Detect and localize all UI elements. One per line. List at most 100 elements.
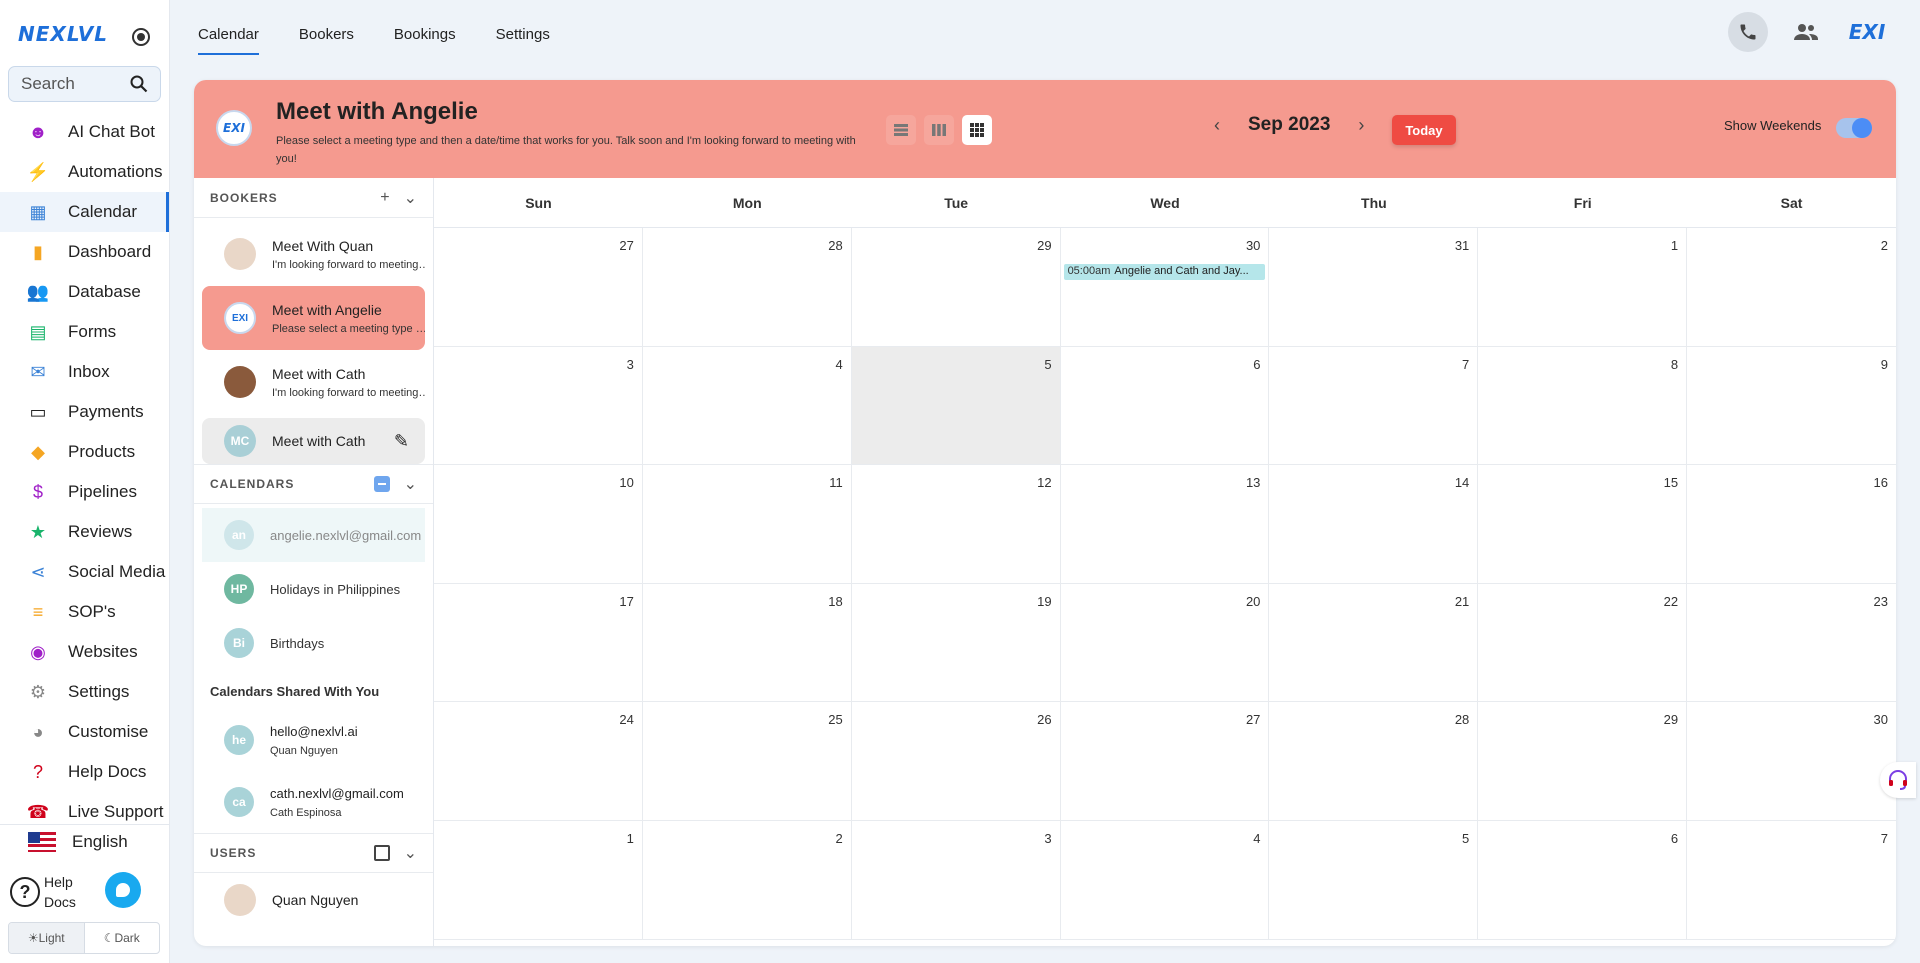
day-view-button[interactable] xyxy=(886,115,916,145)
day-cell[interactable]: 30 05:00am Angelie and Cath and Jay... xyxy=(1060,228,1270,347)
day-cell[interactable]: 21 xyxy=(1269,583,1479,703)
phone-button[interactable] xyxy=(1728,12,1768,52)
shared-calendar-item[interactable]: he hello@nexlvl.ai Quan Nguyen xyxy=(202,709,425,771)
sidebar-item-products[interactable]: ◆ Products xyxy=(0,432,169,472)
language-selector[interactable]: English xyxy=(0,824,169,858)
day-cell[interactable]: 13 xyxy=(1060,465,1270,584)
user-item[interactable]: Quan Nguyen xyxy=(202,873,425,927)
day-cell[interactable]: 1 xyxy=(1478,228,1688,347)
chevron-down-icon[interactable]: ⌄ xyxy=(404,474,417,494)
day-cell[interactable]: 29 xyxy=(851,228,1061,347)
collapse-checkbox-icon[interactable] xyxy=(373,476,390,492)
show-weekends-toggle[interactable] xyxy=(1836,118,1872,138)
sidebar-item-settings[interactable]: ⚙ Settings xyxy=(0,672,169,712)
day-cell[interactable]: 31 xyxy=(1269,228,1479,347)
calendar-item[interactable]: Bi Birthdays xyxy=(202,616,425,670)
contacts-button[interactable] xyxy=(1786,12,1826,52)
day-cell[interactable]: 17 xyxy=(434,583,643,703)
checkbox-icon[interactable] xyxy=(373,845,390,861)
sidebar-item-forms[interactable]: ▤ Forms xyxy=(0,312,169,352)
day-cell[interactable]: 14 xyxy=(1269,465,1479,584)
sidebar-item-customise[interactable]: ◕ Customise xyxy=(0,712,169,752)
day-cell[interactable]: 30 xyxy=(1687,702,1896,821)
day-cell[interactable]: 28 xyxy=(642,228,852,347)
tab-settings[interactable]: Settings xyxy=(496,26,550,55)
calendar-item[interactable]: HP Holidays in Philippines xyxy=(202,562,425,616)
sidebar-item-pipelines[interactable]: $ Pipelines xyxy=(0,472,169,512)
booker-item[interactable]: Meet with Cath I'm looking forward to mee… xyxy=(202,350,425,414)
sidebar-item-websites[interactable]: ◉ Websites xyxy=(0,632,169,672)
help-docs-link[interactable]: ? Help Docs xyxy=(10,872,76,912)
booker-item[interactable]: MC Meet with Cath ✎ xyxy=(202,418,425,464)
sidebar-item-inbox[interactable]: ✉ Inbox xyxy=(0,352,169,392)
day-cell[interactable]: 10 xyxy=(434,465,643,584)
day-cell[interactable]: 9 xyxy=(1687,347,1896,466)
sidebar-item-reviews[interactable]: ★ Reviews xyxy=(0,512,169,552)
shared-calendar-item[interactable]: ca cath.nexlvl@gmail.com Cath Espinosa xyxy=(202,771,425,833)
next-month-chevron-icon[interactable]: › xyxy=(1358,115,1364,136)
day-cell[interactable]: 11 xyxy=(642,465,852,584)
theme-dark-button[interactable]: ☾ Dark xyxy=(85,923,160,953)
day-cell[interactable]: 22 xyxy=(1478,583,1688,703)
sidebar-item-help-docs[interactable]: ? Help Docs xyxy=(0,752,169,792)
chat-bubble-button[interactable] xyxy=(105,872,141,908)
booker-item[interactable]: EXI Meet with Angelie Please select a meet… xyxy=(202,286,425,350)
month-view-button[interactable] xyxy=(962,115,992,145)
brand-logo[interactable]: NEXLVL xyxy=(18,22,108,46)
calendar-event[interactable]: 05:00am Angelie and Cath and Jay... xyxy=(1063,264,1266,280)
day-cell[interactable]: 16 xyxy=(1687,465,1896,584)
edit-pencil-icon[interactable]: ✎ xyxy=(394,431,409,452)
day-cell[interactable]: 28 xyxy=(1269,702,1479,821)
record-icon[interactable] xyxy=(132,28,150,46)
day-cell[interactable]: 27 xyxy=(434,228,643,347)
sidebar-item-sop-s[interactable]: ≡ SOP's xyxy=(0,592,169,632)
day-cell[interactable]: 26 xyxy=(851,702,1061,821)
day-cell[interactable]: 5 xyxy=(1269,820,1479,940)
account-logo[interactable]: EXI xyxy=(1844,20,1890,44)
day-cell[interactable]: 3 xyxy=(434,346,643,466)
day-cell[interactable]: 7 xyxy=(1687,821,1896,940)
day-cell[interactable]: 3 xyxy=(851,820,1061,940)
day-cell[interactable]: 15 xyxy=(1478,465,1688,584)
day-cell[interactable]: 1 xyxy=(434,820,643,940)
sidebar-item-automations[interactable]: ⚡ Automations xyxy=(0,152,169,192)
day-cell[interactable]: 2 xyxy=(1687,228,1896,347)
day-cell[interactable]: 4 xyxy=(1060,820,1270,940)
tab-bookers[interactable]: Bookers xyxy=(299,26,354,55)
sidebar-item-dashboard[interactable]: ▮ Dashboard xyxy=(0,232,169,272)
day-cell[interactable]: 23 xyxy=(1687,584,1896,703)
week-view-button[interactable] xyxy=(924,115,954,145)
support-headset-button[interactable] xyxy=(1880,762,1916,798)
add-icon[interactable]: + xyxy=(380,189,389,207)
sidebar-item-social-media[interactable]: ⋖ Social Media xyxy=(0,552,169,592)
tab-bookings[interactable]: Bookings xyxy=(394,26,456,55)
day-cell[interactable]: 27 xyxy=(1060,702,1270,821)
today-button[interactable]: Today xyxy=(1392,115,1456,145)
prev-month-chevron-icon[interactable]: ‹ xyxy=(1214,115,1220,136)
tab-calendar[interactable]: Calendar xyxy=(198,26,259,55)
calendar-item[interactable]: an angelie.nexlvl@gmail.com xyxy=(202,508,425,562)
theme-light-button[interactable]: ☀ Light xyxy=(9,923,85,953)
chevron-down-icon[interactable]: ⌄ xyxy=(404,843,417,863)
day-cell[interactable]: 5 xyxy=(851,346,1061,466)
day-cell[interactable]: 19 xyxy=(851,583,1061,703)
day-cell[interactable]: 6 xyxy=(1060,346,1270,466)
day-cell[interactable]: 25 xyxy=(642,702,852,821)
day-cell[interactable]: 18 xyxy=(642,583,852,703)
chevron-down-icon[interactable]: ⌄ xyxy=(404,188,417,208)
day-cell[interactable]: 4 xyxy=(642,346,852,466)
day-cell[interactable]: 2 xyxy=(642,820,852,940)
booker-item[interactable]: Meet With Quan I'm looking forward to mee… xyxy=(202,222,425,286)
day-cell[interactable]: 6 xyxy=(1478,820,1688,940)
search-input[interactable]: Search xyxy=(8,66,161,102)
sidebar-item-database[interactable]: 👥 Database xyxy=(0,272,169,312)
day-cell[interactable]: 20 xyxy=(1060,583,1270,703)
sidebar-item-calendar[interactable]: ▦ Calendar xyxy=(0,192,169,232)
day-cell[interactable]: 8 xyxy=(1478,346,1688,466)
day-cell[interactable]: 29 xyxy=(1478,702,1688,821)
day-cell[interactable]: 12 xyxy=(851,465,1061,584)
sidebar-item-payments[interactable]: ▭ Payments xyxy=(0,392,169,432)
day-cell[interactable]: 7 xyxy=(1269,346,1479,466)
sidebar-item-ai-chat-bot[interactable]: ☻ AI Chat Bot xyxy=(0,112,169,152)
day-cell[interactable]: 24 xyxy=(434,702,643,821)
